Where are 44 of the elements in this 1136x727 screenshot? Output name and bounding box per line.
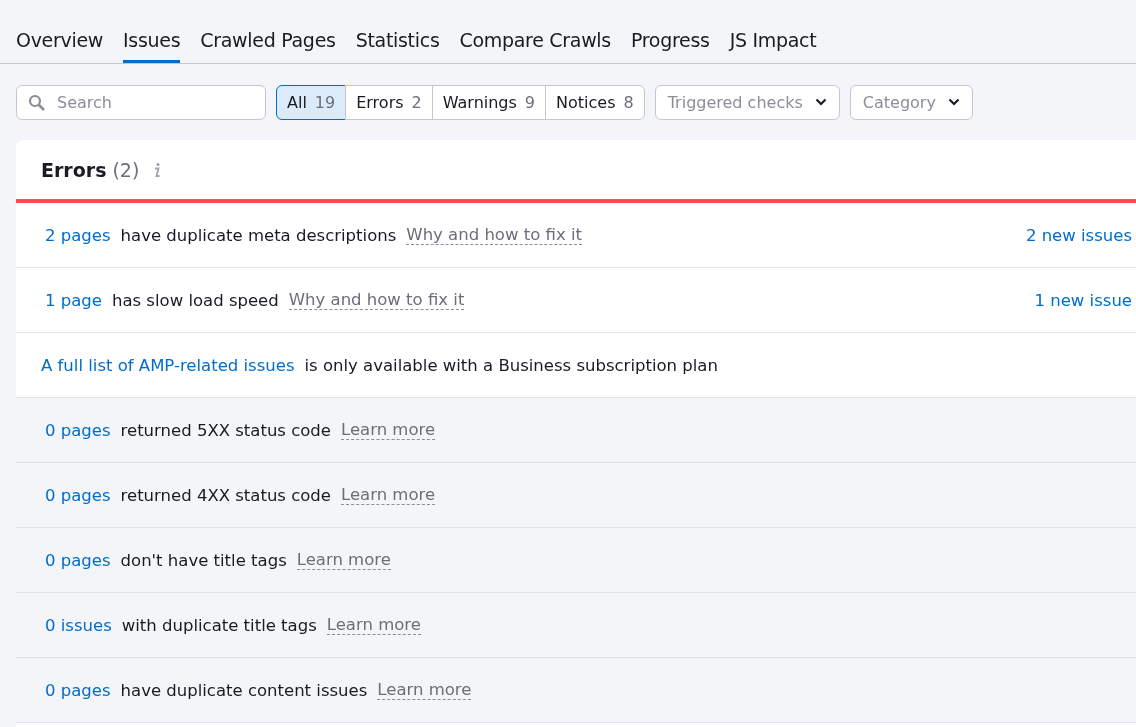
issue-link[interactable]: 0 issues: [45, 615, 112, 635]
help-link[interactable]: Why and how to fix it: [288, 290, 465, 310]
issue-link[interactable]: 0 pages: [45, 680, 111, 700]
issue-link[interactable]: 1 page: [45, 290, 102, 310]
nav-tab[interactable]: Progress: [630, 16, 710, 63]
filter-dropdown[interactable]: Triggered checks: [654, 84, 840, 120]
help-link[interactable]: Learn more: [296, 550, 391, 570]
amp-issues-link[interactable]: A full list of AMP-related issues: [41, 355, 295, 375]
issue-link[interactable]: 0 pages: [45, 550, 111, 570]
issue-text: returned 4XX status code: [120, 485, 331, 505]
search-field[interactable]: Search: [16, 84, 266, 120]
issue-text: returned 5XX status code: [120, 420, 331, 440]
nav-tab[interactable]: Overview: [16, 16, 104, 63]
help-link[interactable]: Why and how to fix it: [406, 225, 582, 245]
issue-text: have duplicate content issues: [120, 680, 368, 700]
new-issues-link[interactable]: 1 new issue: [1034, 290, 1132, 310]
filter-dropdown[interactable]: Category: [849, 84, 973, 120]
issue-text: have duplicate meta descriptions: [120, 225, 397, 245]
issue-link[interactable]: 0 pages: [45, 485, 111, 505]
help-link[interactable]: Learn more: [326, 615, 421, 635]
help-link[interactable]: Learn more: [341, 485, 436, 505]
issue-link[interactable]: 0 pages: [45, 420, 111, 440]
new-issues-link[interactable]: 2 new issues: [1025, 225, 1132, 245]
issue-text: with duplicate title tags: [121, 615, 317, 635]
chevron-down-icon: [947, 98, 960, 106]
nav-tab[interactable]: JS Impact: [729, 16, 817, 63]
help-link[interactable]: Learn more: [341, 420, 436, 440]
filter-tab[interactable]: Errors 2: [345, 84, 433, 120]
section-title: Errors: [41, 158, 107, 181]
filter-tab[interactable]: Warnings 9: [431, 84, 547, 120]
upgrade-text: is only available with a Business subscription plan: [304, 355, 718, 375]
help-link[interactable]: Learn more: [377, 680, 472, 700]
nav-tab[interactable]: Crawled Pages: [200, 16, 336, 63]
filter-tab[interactable]: All 19: [276, 84, 347, 120]
nav-tab[interactable]: Statistics: [355, 16, 440, 63]
filter-tab[interactable]: Notices 8: [545, 84, 645, 120]
issue-text: don't have title tags: [120, 550, 287, 570]
nav-tab[interactable]: Compare Crawls: [459, 16, 611, 63]
issue-text: has slow load speed: [111, 290, 279, 310]
nav-tab[interactable]: Issues: [123, 16, 181, 63]
issue-link[interactable]: 2 pages: [45, 225, 111, 245]
section-count: (2): [112, 158, 140, 181]
chevron-down-icon: [814, 98, 827, 106]
info-icon: [153, 161, 162, 178]
